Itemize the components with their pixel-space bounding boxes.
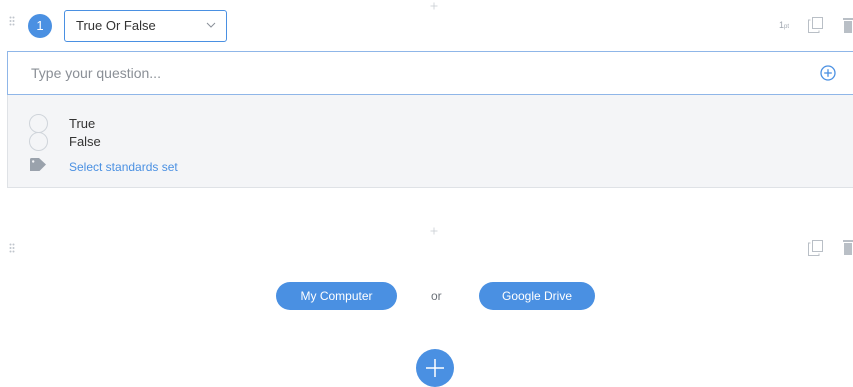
add-circle-icon[interactable] <box>820 65 836 81</box>
question-input-container <box>7 51 853 95</box>
drag-handle-icon[interactable] <box>9 16 15 26</box>
points-indicator[interactable]: 1pt <box>779 20 789 30</box>
drag-handle-icon[interactable] <box>9 243 15 253</box>
google-drive-button[interactable]: Google Drive <box>479 282 595 310</box>
tag-icon <box>30 158 47 171</box>
answer-true-label: True <box>69 116 96 131</box>
question-type-value: True Or False <box>76 18 156 33</box>
answer-false-radio[interactable] <box>29 132 48 151</box>
or-separator: or <box>431 289 442 303</box>
trash-icon[interactable] <box>843 240 853 255</box>
answer-true-radio[interactable] <box>29 114 48 133</box>
answer-false-label: False <box>69 134 101 149</box>
question-input[interactable] <box>9 53 799 93</box>
add-question-button[interactable] <box>416 349 454 387</box>
question-number-badge: 1 <box>28 14 52 38</box>
copy-icon[interactable] <box>808 17 823 33</box>
points-unit: pt <box>784 24 790 30</box>
my-computer-button[interactable]: My Computer <box>276 282 397 310</box>
insert-above-plus-icon[interactable] <box>430 2 438 10</box>
chevron-down-icon <box>206 22 216 28</box>
insert-between-plus-icon[interactable] <box>430 227 438 235</box>
select-standards-link[interactable]: Select standards set <box>69 160 178 174</box>
copy-icon[interactable] <box>808 240 823 256</box>
answers-panel <box>7 95 853 188</box>
question-type-select[interactable]: True Or False <box>64 10 227 42</box>
trash-icon[interactable] <box>843 18 853 33</box>
